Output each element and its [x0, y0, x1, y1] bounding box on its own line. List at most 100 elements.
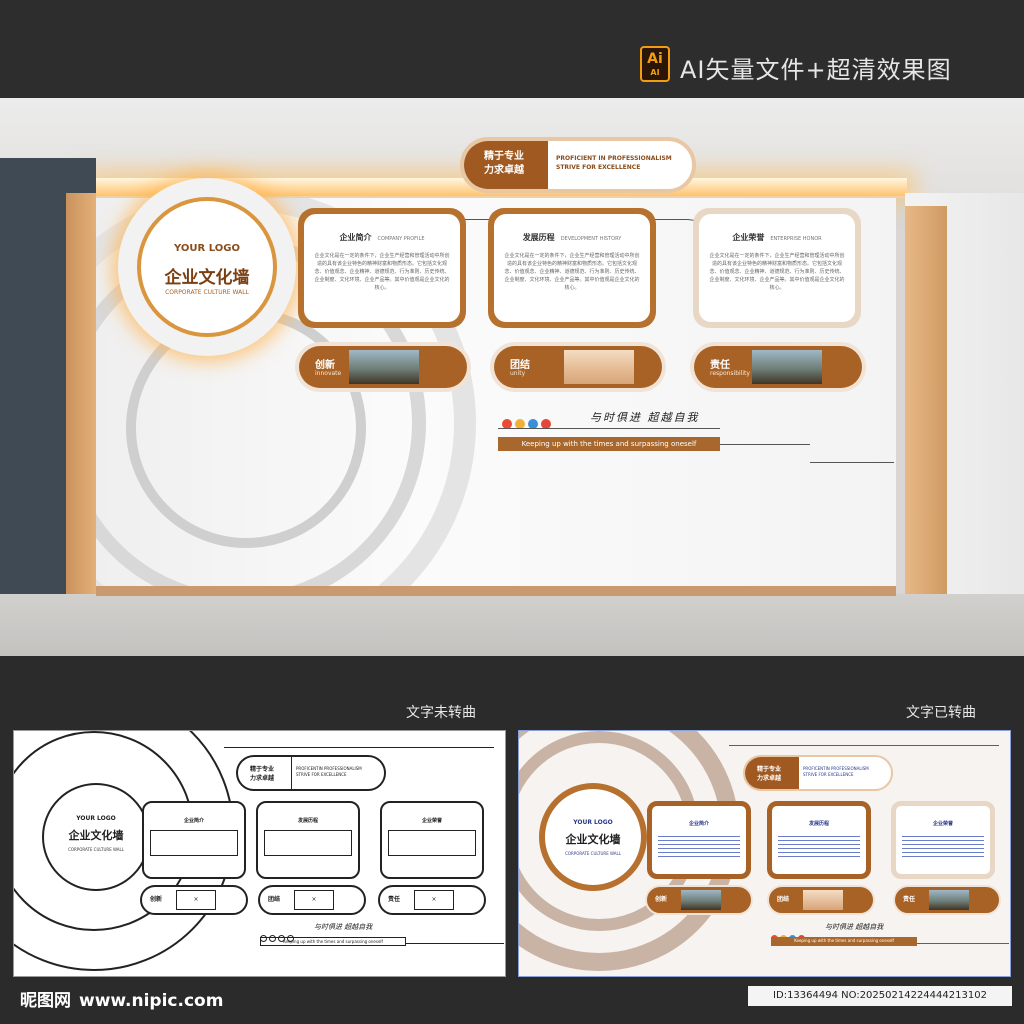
preview-value-bar: 团结 × — [258, 885, 366, 915]
preview-logo-title: 企业文化墙 — [68, 829, 124, 842]
card-title: 企业简介 — [339, 233, 372, 242]
preview-motto-zh-line1: 精于专业 — [757, 766, 782, 773]
site-url: www.nipic.com — [79, 991, 224, 1011]
preview-text-block — [902, 833, 984, 859]
culture-wall-subtitle: CORPORATE CULTURE WALL — [165, 289, 249, 296]
preview-slogan-en: Keeping up with the times and surpassing… — [771, 937, 917, 946]
preview-motto-zh: 精于专业 力求卓越 — [745, 757, 799, 789]
image-placeholder: × — [176, 890, 216, 910]
logo-placeholder-text: YOUR LOGO — [174, 243, 240, 254]
preview-motto-en: PROFICENTIN PROFESSIONALISM STRIVE FOR EX… — [296, 766, 362, 778]
motto-pill: 精于专业 力求卓越 PROFICIENT IN PROFESSIONALISM … — [460, 137, 696, 193]
preview-text-block — [150, 830, 238, 856]
value-label-en: unity — [510, 370, 526, 377]
preview-logo-title: 企业文化墙 — [565, 833, 621, 846]
wall-base-trim — [96, 586, 896, 596]
slogan-zh: 与时俱进 超越自我 — [590, 411, 700, 424]
preview-card: 企业简介 — [142, 801, 246, 879]
value-bar-unity: 团结 unity — [490, 342, 666, 392]
preview-logo-subtitle: CORPORATE CULTURE WALL — [565, 851, 621, 856]
landscape-photo — [752, 350, 822, 384]
preview-card-title: 企业简介 — [183, 818, 204, 824]
card-heading: 发展历程 DEVELOPMENT HISTORY — [504, 232, 640, 243]
decor-line — [917, 943, 1009, 944]
motto-en-line2: STRIVE FOR EXCELLENCE — [556, 164, 641, 171]
preview-value-bar: 创新 — [645, 885, 753, 915]
decor-line — [498, 428, 720, 429]
site-name: 昵图网 — [20, 991, 71, 1011]
preview-text-block — [658, 833, 740, 859]
preview-value-bar: 责任 — [893, 885, 1001, 915]
motto-en-line1: PROFICIENT IN PROFESSIONALISM — [556, 155, 672, 162]
right-wood-panel — [905, 206, 947, 598]
value-label-en: innovate — [315, 370, 342, 377]
preview-card-title: 发展历程 — [808, 821, 829, 827]
culture-wall-title: 企业文化墙 — [164, 268, 250, 288]
card-title-en: DEVELOPMENT HISTORY — [560, 236, 622, 242]
color-preview: YOUR LOGO 企业文化墙 CORPORATE CULTURE WALL 精… — [518, 730, 1011, 977]
logo-ring: YOUR LOGO 企业文化墙 CORPORATE CULTURE WALL — [137, 197, 277, 337]
preview-card: 企业荣誉 — [380, 801, 484, 879]
preview-motto-zh-line1: 精于专业 — [250, 766, 275, 773]
card-enterprise-honor: 企业荣誉 ENTERPRISE HONOR 企业文化是在一定的条件下，企业生产经营… — [693, 208, 861, 328]
preview-bar-label: 创新 — [655, 896, 668, 903]
preview-bar-label: 责任 — [903, 896, 916, 903]
preview-text-block — [264, 830, 352, 856]
preview-card: 发展历程 — [256, 801, 360, 879]
preview-slogan-zh: 与时俱进 超越自我 — [314, 923, 373, 931]
preview-caption-outline: 文字未转曲 — [406, 705, 476, 721]
motto-pill-zh: 精于专业 力求卓越 — [464, 141, 548, 189]
preview-value-bar: 创新 × — [140, 885, 248, 915]
preview-slogan-en: Keeping up with the times and surpassing… — [260, 937, 406, 946]
decor-line — [810, 462, 894, 463]
preview-motto-zh-line2: 力求卓越 — [250, 775, 275, 782]
preview-motto-en: PROFICENTIN PROFESSIONALISM STRIVE FOR EX… — [803, 766, 869, 778]
card-title-en: ENTERPRISE HONOR — [770, 236, 822, 242]
motto-pill-en: PROFICIENT IN PROFESSIONALISM STRIVE FOR… — [556, 154, 672, 172]
ai-badge-small: AI — [650, 68, 660, 77]
card-heading: 企业荣誉 ENTERPRISE HONOR — [709, 232, 845, 243]
left-wood-panel — [66, 193, 96, 598]
color-dots — [502, 414, 554, 433]
landscape-photo — [349, 350, 419, 384]
preview-slogan-zh: 与时俱进 超越自我 — [825, 923, 884, 931]
ai-badge-big: Ai — [647, 51, 663, 67]
image-placeholder: × — [294, 890, 334, 910]
floor — [0, 594, 1024, 656]
preview-card-title: 企业荣誉 — [932, 821, 953, 827]
preview-card-title: 发展历程 — [297, 818, 318, 824]
preview-bar-label: 创新 — [150, 896, 163, 903]
preview-motto-zh: 精于专业 力求卓越 — [238, 757, 292, 789]
preview-logo-placeholder: YOUR LOGO — [76, 815, 116, 822]
preview-card: 发展历程 — [767, 801, 871, 879]
card-title: 发展历程 — [522, 233, 555, 242]
value-label-zh: 创新 — [315, 360, 335, 371]
preview-card: 企业荣誉 — [891, 801, 995, 879]
value-bar-responsibility: 责任 responsibility — [690, 342, 866, 392]
preview-motto-pill: 精于专业力求卓越 PROFICENTIN PROFESSIONALISM STRI… — [236, 755, 386, 791]
slogan-en: Keeping up with the times and surpassing… — [498, 437, 720, 451]
preview-bar-label: 团结 — [777, 896, 790, 903]
preview-value-bar: 责任 × — [378, 885, 486, 915]
preview-logo-disc: YOUR LOGO 企业文化墙 CORPORATE CULTURE WALL — [539, 783, 647, 891]
preview-motto-en-line2: STRIVE FOR EXCELLENCE — [803, 772, 854, 777]
banner-caption: AI矢量文件+超清效果图 — [680, 56, 952, 84]
card-title-en: COMPANY PROFILE — [377, 236, 425, 242]
preview-logo-placeholder: YOUR LOGO — [573, 819, 613, 826]
preview-logo-subtitle: CORPORATE CULTURE WALL — [68, 847, 124, 852]
landscape-photo — [681, 890, 721, 910]
preview-motto-zh-line2: 力求卓越 — [757, 775, 782, 782]
card-body-text: 企业文化是在一定的条件下，企业生产经营和管理活动中所创造的具有该企业特色的精神财… — [504, 253, 640, 291]
preview-card: 企业简介 — [647, 801, 751, 879]
logo-disc: YOUR LOGO 企业文化墙 CORPORATE CULTURE WALL — [118, 178, 296, 356]
card-development-history: 发展历程 DEVELOPMENT HISTORY 企业文化是在一定的条件下，企业生… — [488, 208, 656, 328]
sunrise-photo — [564, 350, 634, 384]
sunrise-photo — [803, 890, 843, 910]
decor-line — [224, 747, 494, 748]
preview-bar-label: 团结 — [268, 896, 281, 903]
preview-bar-label: 责任 — [388, 896, 401, 903]
top-banner: Ai AI AI矢量文件+超清效果图 — [0, 0, 1024, 98]
preview-card-title: 企业荣誉 — [421, 818, 442, 824]
preview-motto-pill: 精于专业力求卓越 PROFICENTIN PROFESSIONALISM STRI… — [743, 755, 893, 791]
preview-motto-en-line2: STRIVE FOR EXCELLENCE — [296, 772, 347, 777]
